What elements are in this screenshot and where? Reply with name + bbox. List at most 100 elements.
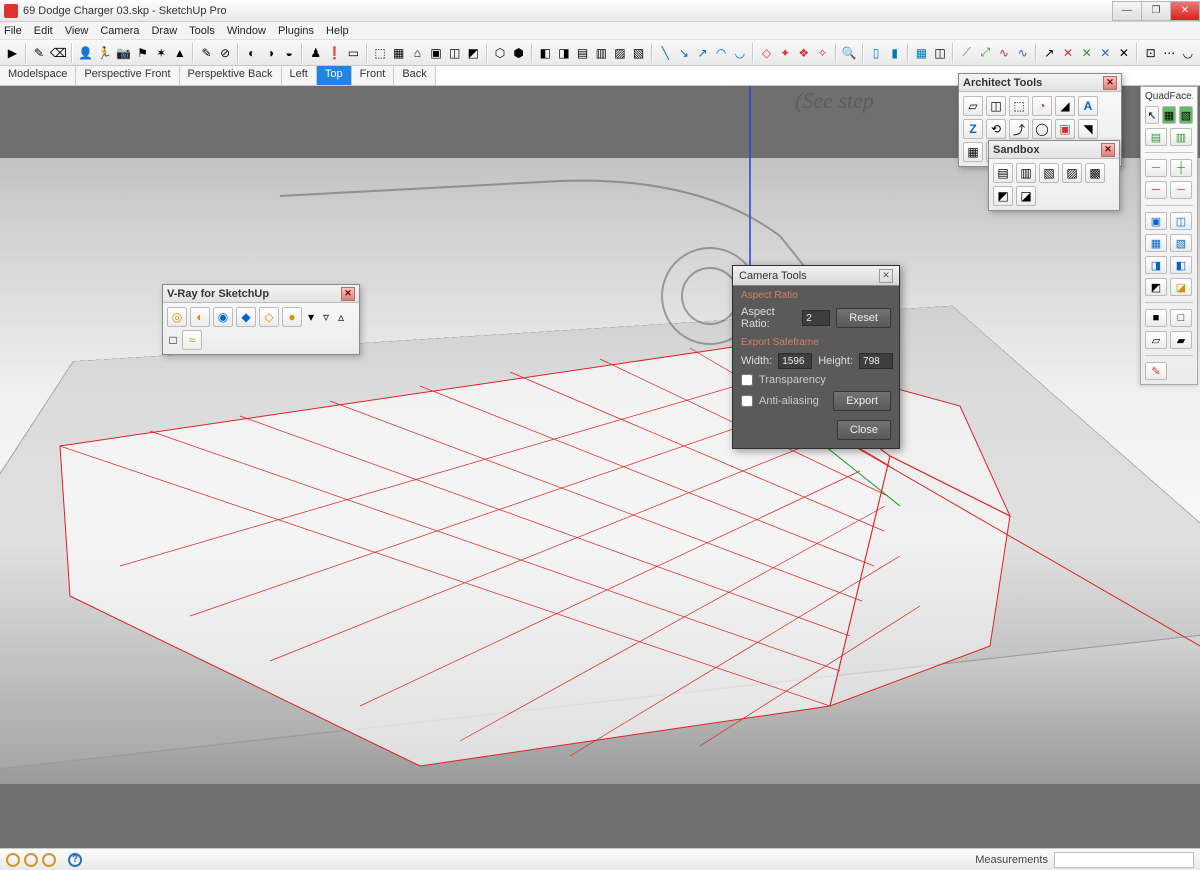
tool-icon[interactable]: ∿	[1014, 44, 1031, 62]
dock-tool-icon[interactable]: ▧	[1179, 106, 1193, 124]
sandbox-tool-icon[interactable]: ◩	[993, 186, 1013, 206]
architect-tool-icon[interactable]: ⤴	[1009, 119, 1029, 139]
dock-tool-icon[interactable]: □	[1170, 309, 1192, 327]
tool-icon[interactable]: ▦	[913, 44, 930, 62]
tool-icon[interactable]: ▯	[868, 44, 885, 62]
sandbox-tool-icon[interactable]: ▧	[1039, 163, 1059, 183]
tool-icon[interactable]: ♟	[307, 44, 324, 62]
tool-icon[interactable]: ✕	[1116, 44, 1133, 62]
tool-icon[interactable]: ◨	[556, 44, 573, 62]
tool-icon[interactable]: ▥	[593, 44, 610, 62]
vray-tool-icon[interactable]: ▵	[335, 307, 347, 327]
width-input[interactable]	[778, 353, 812, 369]
tool-icon[interactable]: ⤢	[977, 44, 994, 62]
tool-icon[interactable]: ✦	[777, 44, 794, 62]
architect-title[interactable]: Architect Tools ✕	[959, 74, 1121, 92]
menu-view[interactable]: View	[65, 25, 89, 37]
tool-icon[interactable]: ⊡	[1142, 44, 1159, 62]
scene-tab-persp-front[interactable]: Perspective Front	[76, 66, 179, 85]
tool-icon[interactable]: ⌂	[409, 44, 426, 62]
architect-tool-icon[interactable]: ⬚	[1009, 96, 1029, 116]
vray-tool-icon[interactable]: ◇	[259, 307, 279, 327]
architect-tool-icon[interactable]: Z	[963, 119, 983, 139]
tool-icon[interactable]: 📷	[115, 44, 132, 62]
status-icon[interactable]	[6, 853, 20, 867]
architect-tool-icon[interactable]: ▱	[963, 96, 983, 116]
export-button[interactable]: Export	[833, 391, 891, 411]
vray-tool-icon[interactable]: ≈	[182, 330, 202, 350]
scene-tab-top[interactable]: Top	[317, 66, 352, 85]
tool-icon[interactable]: ⋯	[1161, 44, 1178, 62]
tool-icon[interactable]: ▧	[630, 44, 647, 62]
architect-tool-icon[interactable]: A	[1078, 96, 1098, 116]
dock-tool-icon[interactable]: ◪	[1170, 278, 1192, 296]
reset-button[interactable]: Reset	[836, 308, 891, 328]
tool-icon[interactable]: ◒	[281, 44, 298, 62]
tool-icon[interactable]: ◫	[446, 44, 463, 62]
sandbox-title[interactable]: Sandbox ✕	[989, 141, 1119, 159]
tool-icon[interactable]: ▲	[171, 44, 188, 62]
tool-icon[interactable]: ◡	[732, 44, 749, 62]
tool-icon[interactable]: ▨	[612, 44, 629, 62]
tool-icon[interactable]: ✕	[1097, 44, 1114, 62]
close-icon[interactable]: ✕	[341, 287, 355, 301]
dock-tool-icon[interactable]: ─	[1170, 181, 1192, 199]
tool-icon[interactable]: ✕	[1060, 44, 1077, 62]
tool-icon[interactable]: ❖	[795, 44, 812, 62]
minimize-button[interactable]: —	[1112, 1, 1142, 21]
vray-tool-icon[interactable]: ◐	[190, 307, 210, 327]
dock-tool-icon[interactable]: ▣	[1145, 212, 1167, 230]
architect-tool-icon[interactable]: ▦	[963, 142, 983, 162]
tool-icon[interactable]: ✎	[198, 44, 215, 62]
transparency-checkbox[interactable]: Transparency	[733, 372, 899, 388]
menu-edit[interactable]: Edit	[34, 25, 53, 37]
dock-tool-icon[interactable]: ◧	[1170, 256, 1192, 274]
vray-tool-icon[interactable]: ▾	[305, 307, 317, 327]
dock-tool-icon[interactable]: ◫	[1170, 212, 1192, 230]
tool-icon[interactable]: ↘	[676, 44, 693, 62]
dock-tool-icon[interactable]: ▧	[1170, 234, 1192, 252]
tool-icon[interactable]: ◫	[932, 44, 949, 62]
tool-icon[interactable]: ❗	[326, 44, 343, 62]
scene-tab-back[interactable]: Back	[394, 66, 435, 85]
tool-icon[interactable]: ✎	[31, 44, 48, 62]
menu-window[interactable]: Window	[227, 25, 266, 37]
close-button[interactable]: ✕	[1170, 1, 1200, 21]
sandbox-tool-icon[interactable]: ◪	[1016, 186, 1036, 206]
sandbox-tool-icon[interactable]: ▩	[1085, 163, 1105, 183]
sandbox-tool-icon[interactable]: ▨	[1062, 163, 1082, 183]
tool-icon[interactable]: ↗	[1041, 44, 1058, 62]
vray-tool-icon[interactable]: □	[167, 330, 179, 350]
tool-icon[interactable]: ◑	[262, 44, 279, 62]
architect-tool-icon[interactable]: ◯	[1032, 119, 1052, 139]
close-icon[interactable]: ✕	[1101, 143, 1115, 157]
scene-tab-persp-back[interactable]: Perspektive Back	[180, 66, 282, 85]
tool-icon[interactable]: ↗	[694, 44, 711, 62]
tool-icon[interactable]: ⬡	[492, 44, 509, 62]
status-icon[interactable]	[24, 853, 38, 867]
menu-draw[interactable]: Draw	[151, 25, 177, 37]
tool-icon[interactable]: ▦	[390, 44, 407, 62]
vray-tool-icon[interactable]: ▿	[320, 307, 332, 327]
vray-tool-icon[interactable]: ●	[282, 307, 302, 327]
tool-icon[interactable]: ⬚	[372, 44, 389, 62]
dock-tool-icon[interactable]: ✎	[1145, 362, 1167, 380]
maximize-button[interactable]: ❐	[1141, 1, 1171, 21]
tool-icon[interactable]: 🏃	[96, 44, 113, 62]
tool-icon[interactable]: ◐	[243, 44, 260, 62]
sandbox-tool-icon[interactable]: ▥	[1016, 163, 1036, 183]
tool-icon[interactable]: ◠	[713, 44, 730, 62]
menu-camera[interactable]: Camera	[100, 25, 139, 37]
tool-icon[interactable]: ⊘	[217, 44, 234, 62]
close-icon[interactable]: ✕	[1103, 76, 1117, 90]
antialias-checkbox[interactable]: Anti-aliasing	[741, 395, 819, 407]
tool-icon[interactable]: ▶	[4, 44, 21, 62]
camera-tools-panel[interactable]: Camera Tools ✕ Aspect Ratio Aspect Ratio…	[732, 265, 900, 449]
aspect-ratio-input[interactable]	[802, 310, 830, 326]
dock-tool-icon[interactable]: ◨	[1145, 256, 1167, 274]
architect-tool-icon[interactable]: ◫	[986, 96, 1006, 116]
tool-icon[interactable]: ⚑	[134, 44, 151, 62]
dock-tool-icon[interactable]: ▰	[1170, 331, 1192, 349]
dock-tool-icon[interactable]: ▱	[1145, 331, 1167, 349]
tool-icon[interactable]: ∿	[996, 44, 1013, 62]
